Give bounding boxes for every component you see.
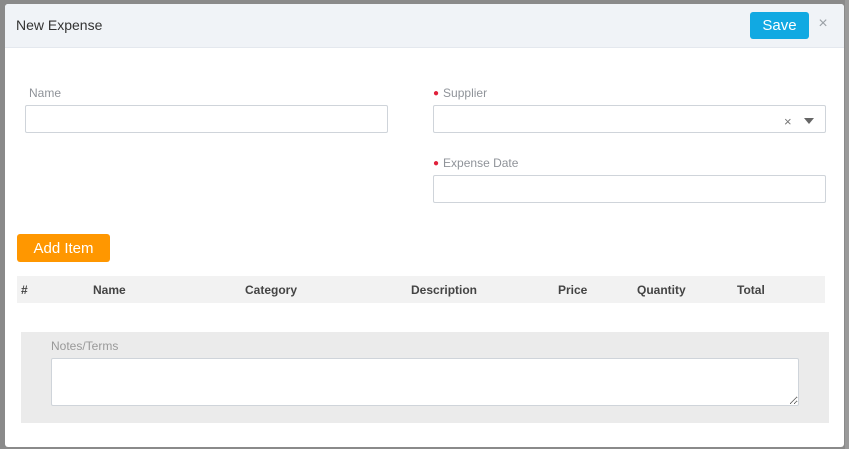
supplier-select[interactable] [433,105,826,133]
expense-date-label: ● Expense Date [433,156,518,170]
required-marker: ● [433,88,440,99]
close-icon[interactable]: × [814,15,832,33]
notes-label: Notes/Terms [51,339,119,353]
notes-textarea[interactable] [51,358,799,406]
name-input[interactable] [25,105,388,133]
new-expense-modal: New Expense Save × Name ● Supplier × ● Exp… [5,4,844,447]
column-header-description: Description [411,283,478,297]
expense-date-label-text: Expense Date [443,156,519,170]
save-button[interactable]: Save [750,12,809,39]
modal-title: New Expense [16,17,103,33]
page-backdrop [845,0,849,449]
column-header-total: Total [737,283,765,297]
add-item-button[interactable]: Add Item [17,234,110,262]
required-marker: ● [433,158,440,169]
items-table-header: # Name Category Description Price Quanti… [17,276,825,303]
column-header-price: Price [558,283,588,297]
column-header-quantity: Quantity [637,283,686,297]
name-label: Name [29,86,62,100]
chevron-down-icon[interactable] [804,118,814,124]
supplier-label-text: Supplier [443,86,488,100]
modal-header: New Expense Save × [5,4,844,48]
column-header-name: Name [93,283,126,297]
supplier-label: ● Supplier [433,86,487,100]
expense-date-input[interactable] [433,175,826,203]
notes-panel: Notes/Terms [21,332,829,423]
clear-icon[interactable]: × [784,114,792,129]
column-header-number: # [21,283,28,297]
column-header-category: Category [245,283,298,297]
